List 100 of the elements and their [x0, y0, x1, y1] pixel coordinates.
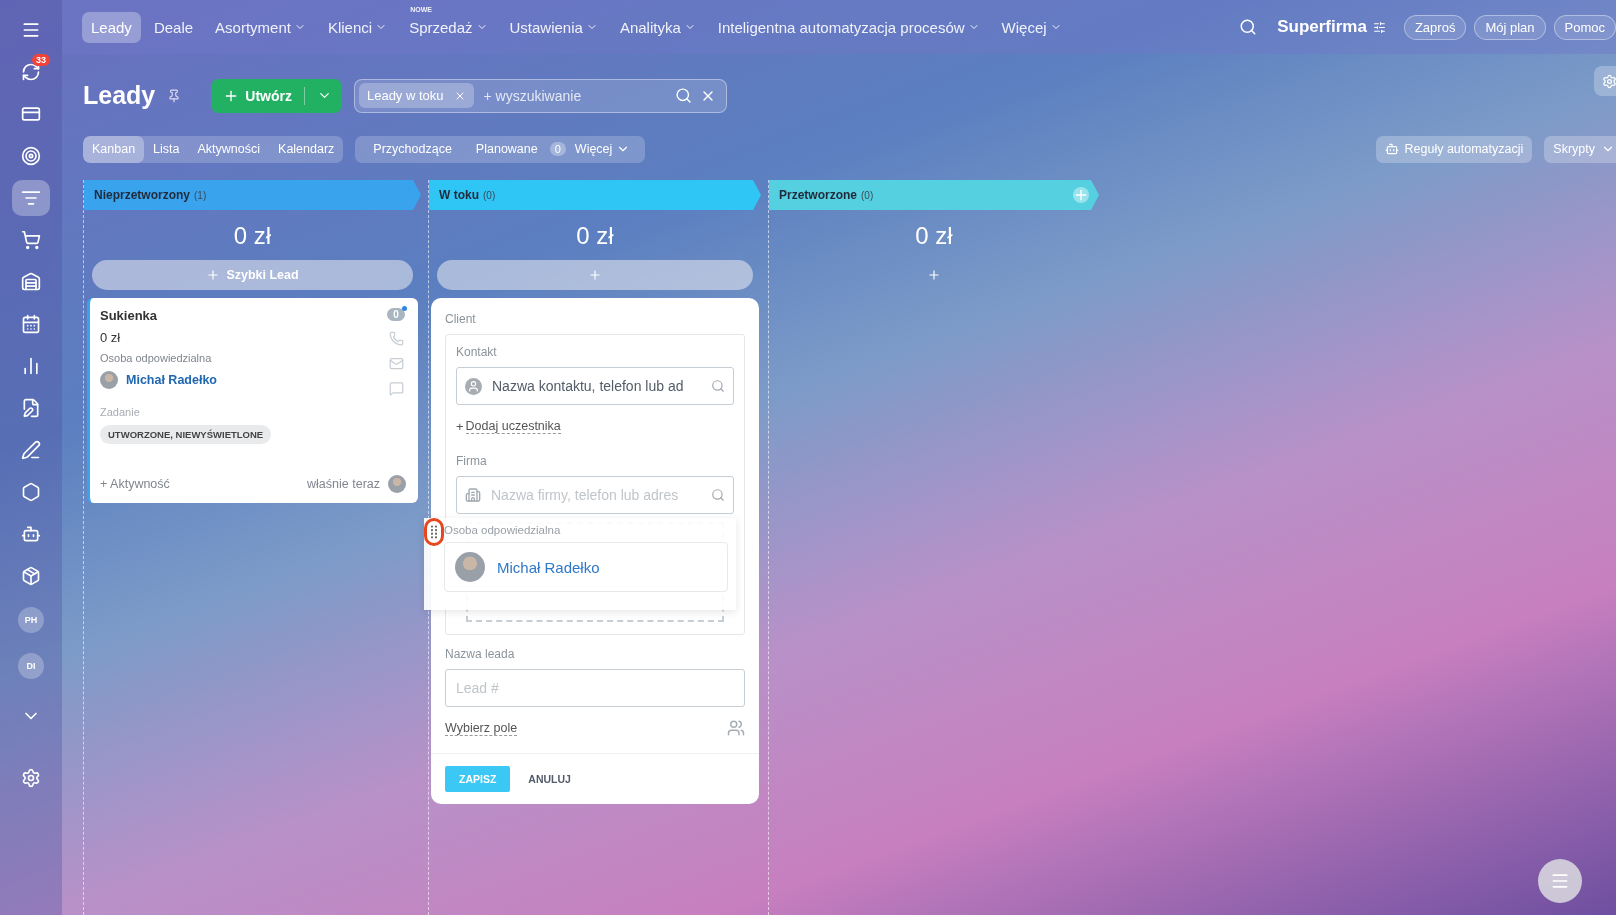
scripts-button[interactable]: Skrypty — [1544, 135, 1616, 163]
card-icon — [21, 104, 41, 124]
menu-icon — [21, 20, 41, 40]
nav-tab[interactable]: Klienci — [318, 11, 397, 43]
column-count: (1) — [194, 189, 208, 201]
grip-icon — [431, 525, 437, 539]
view-tab[interactable]: Kalendarz — [269, 135, 344, 163]
counter-tab[interactable]: Przychodzące — [361, 135, 464, 163]
field-label: Zadanie — [100, 406, 141, 418]
section-label: Client — [445, 312, 477, 326]
create-button[interactable]: Utwórz — [211, 78, 342, 113]
bar-chart-icon — [21, 356, 41, 376]
notification-badge: 33 — [32, 54, 50, 66]
save-button[interactable]: ZAPISZ — [445, 766, 511, 792]
card-amount: 0 zł — [100, 330, 122, 345]
user-link[interactable]: Michał Radełko — [126, 373, 217, 387]
lead-card[interactable]: Sukienka 0 zł Osoba odpowiedzialna Michał Radełko Zadanie UTWORZONE, NIEWYŚWIETLONE + Aktywność właśnie teraz 0 — [87, 298, 418, 503]
quick-add-button[interactable]: Szybki Lead — [92, 260, 413, 290]
sliders-icon — [1372, 20, 1386, 34]
user-avatar[interactable]: DI — [18, 653, 44, 679]
counter-badge: 0 — [387, 308, 405, 321]
header-button[interactable]: Pomoc — [1553, 14, 1616, 40]
column-total: 0 zł — [914, 222, 954, 250]
contact-field[interactable]: Nazwa kontaktu, telefon lub ad — [456, 367, 734, 405]
cancel-button[interactable]: ANULUJ — [522, 772, 577, 786]
warehouse-icon — [21, 272, 41, 292]
filter-icon — [21, 188, 41, 208]
card-title: Sukienka — [100, 308, 159, 323]
counter-tab[interactable]: Planowane — [463, 135, 550, 163]
column-total: 0 zł — [575, 222, 615, 250]
column-total: 0 zł — [232, 222, 273, 250]
header-button[interactable]: Mój plan — [1474, 14, 1546, 40]
column-count: (0) — [483, 189, 497, 201]
person-icon — [465, 377, 482, 395]
settings-icon — [21, 768, 41, 788]
sidebar-item[interactable]: 33 — [12, 54, 50, 90]
drag-handle[interactable] — [424, 518, 444, 546]
counter-badge: 0 — [549, 142, 566, 156]
refresh-icon — [21, 62, 41, 82]
search-icon — [711, 488, 725, 502]
column-count: (0) — [861, 189, 875, 201]
pen-icon — [21, 440, 41, 460]
pin-icon[interactable] — [167, 88, 182, 103]
user-avatar — [388, 475, 406, 493]
search-icon — [711, 379, 725, 393]
view-tab[interactable]: Kanban — [83, 135, 145, 163]
floating-button[interactable] — [1538, 859, 1582, 903]
column-title: Nieprzetworzony — [94, 188, 190, 202]
nav-tab[interactable]: Ustawienia — [500, 11, 607, 43]
status-tag: UTWORZONE, NIEWYŚWIETLONE — [100, 425, 272, 444]
calendar-icon — [21, 314, 41, 334]
choose-field-link[interactable]: Wybierz pole — [445, 720, 518, 736]
nav-tab[interactable]: Leady — [82, 11, 141, 43]
nav-tab[interactable]: Deale — [144, 11, 203, 43]
company-name: Superfirma — [1277, 17, 1367, 37]
automation-button[interactable]: Reguły automatyzacji — [1375, 135, 1533, 163]
field-label: Nazwa leada — [445, 647, 516, 661]
box-icon — [21, 566, 41, 586]
plus-icon — [588, 268, 602, 282]
search-field[interactable]: Leady w toku + wyszukiwanie — [353, 78, 727, 113]
settings-button[interactable] — [1594, 66, 1616, 96]
nav-tab[interactable]: Więcej — [992, 11, 1071, 43]
add-participant-link[interactable]: Dodaj uczestnika — [465, 419, 561, 434]
field-label: Firma — [456, 454, 488, 468]
plus-icon — [206, 268, 221, 282]
field-label: Osoba odpowiedzialna — [444, 524, 562, 536]
menu-icon — [1550, 871, 1570, 891]
target-icon — [21, 146, 41, 166]
user-avatar — [455, 552, 485, 582]
search-icon[interactable] — [1239, 18, 1258, 36]
add-activity-link[interactable]: + Aktywność — [100, 477, 170, 491]
document-edit-icon — [21, 398, 41, 418]
user-avatar[interactable]: PH — [18, 607, 44, 633]
robot-icon — [21, 524, 41, 544]
building-icon — [465, 487, 481, 503]
sidebar-item[interactable] — [12, 180, 50, 216]
company-field[interactable]: Nazwa firmy, telefon lub adres — [456, 476, 734, 514]
header-button[interactable]: Zaproś — [1403, 14, 1467, 40]
user-avatar — [100, 371, 118, 389]
robot-icon — [1384, 142, 1399, 156]
user-link[interactable]: Michał Radełko — [497, 558, 600, 576]
column-title: W toku — [439, 188, 479, 202]
users-icon[interactable] — [727, 719, 745, 737]
view-tab[interactable]: Lista — [144, 135, 189, 163]
view-tab[interactable]: Aktywności — [188, 135, 270, 163]
nav-tab[interactable]: Inteligentna automatyzacja procesów — [708, 11, 989, 43]
plus-icon — [927, 268, 941, 282]
hexagon-icon — [21, 482, 41, 502]
filter-chip[interactable]: Leady w toku — [358, 83, 474, 108]
field-label: Kontakt — [456, 345, 498, 359]
settings-icon — [1601, 73, 1616, 89]
nav-tab[interactable]: Analityka — [610, 11, 705, 43]
plus-sign: + — [456, 419, 464, 434]
lead-name-field[interactable]: Lead # — [445, 669, 745, 707]
column-title: Przetworzone — [779, 188, 857, 202]
nav-tab[interactable]: Asortyment — [206, 11, 315, 43]
dragged-field[interactable]: Osoba odpowiedzialna Michał Radełko — [424, 518, 736, 610]
cart-icon — [21, 230, 41, 250]
more-button[interactable]: Więcej — [565, 135, 640, 163]
search-icon — [674, 87, 692, 104]
